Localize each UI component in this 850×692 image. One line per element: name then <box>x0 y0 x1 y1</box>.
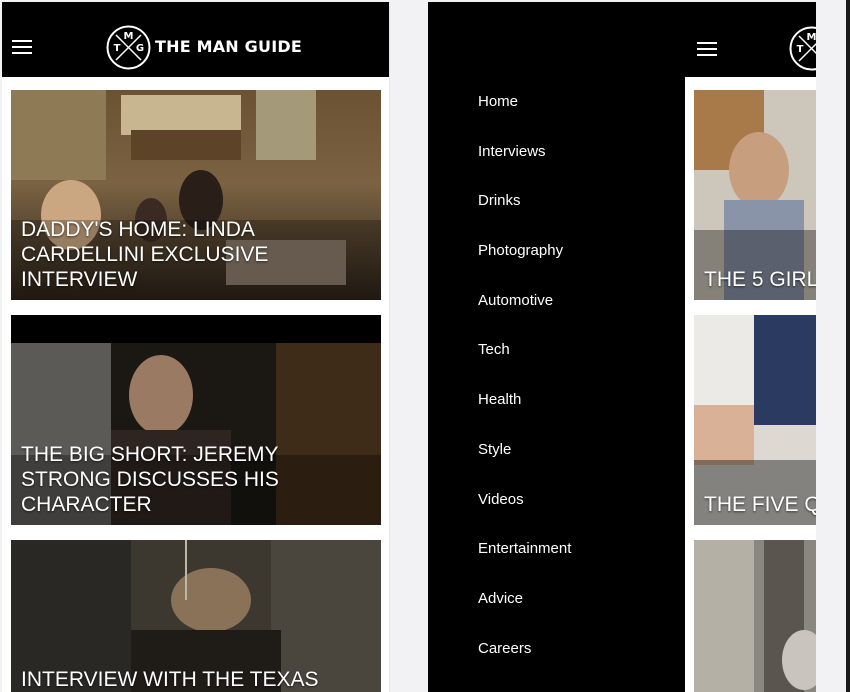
menu-item-interviews[interactable]: Interviews <box>478 142 571 192</box>
nav-menu: Home Interviews Drinks Photography Autom… <box>478 92 571 688</box>
menu-item-tech[interactable]: Tech <box>478 340 571 390</box>
menu-item-automotive[interactable]: Automotive <box>478 291 571 341</box>
logo-letter-t: T <box>797 44 804 55</box>
tmg-logo-icon[interactable]: M T G <box>106 25 151 70</box>
menu-item-photography[interactable]: Photography <box>478 241 571 291</box>
logo-letter-m: M <box>124 31 134 42</box>
content-peek[interactable]: M T G THE 5 GIRL COLLEGE <box>685 2 816 692</box>
logo-letter-m: M <box>807 32 816 43</box>
article-image <box>694 540 816 692</box>
app-header: M T G <box>685 2 816 77</box>
article-card[interactable]: DADDY'S HOME: LINDA CARDELLINI EXCLUSIVE… <box>11 90 381 300</box>
article-title: THE 5 GIRL COLLEGE <box>704 268 816 291</box>
article-title: INTERVIEW WITH THE TEXAS <box>21 668 319 691</box>
menu-item-videos[interactable]: Videos <box>478 490 571 540</box>
hamburger-icon[interactable] <box>697 42 717 56</box>
article-card[interactable]: THE BIG SHORT: JEREMY STRONG DISCUSSES H… <box>11 315 381 525</box>
article-title: DADDY'S HOME: LINDA CARDELLINI EXCLUSIVE… <box>21 218 269 291</box>
menu-item-advice[interactable]: Advice <box>478 589 571 639</box>
menu-item-drinks[interactable]: Drinks <box>478 191 571 241</box>
brand-name[interactable]: THE MAN GUIDE <box>155 37 302 56</box>
logo-letter-g: G <box>136 43 144 54</box>
menu-screen: Home Interviews Drinks Photography Autom… <box>428 2 816 692</box>
app-header: M T G THE MAN GUIDE <box>2 2 389 77</box>
app-store-screenshots: M T G THE MAN GUIDE DADDY'S HOME: LINDA … <box>0 0 850 692</box>
article-card[interactable]: INTERVIEW WITH THE TEXAS <box>11 540 381 692</box>
article-card[interactable] <box>694 540 816 692</box>
menu-item-careers[interactable]: Careers <box>478 639 571 689</box>
feed-screen: M T G THE MAN GUIDE DADDY'S HOME: LINDA … <box>2 2 390 692</box>
hamburger-icon[interactable] <box>12 40 32 54</box>
logo-letter-t: T <box>114 43 121 54</box>
menu-item-health[interactable]: Health <box>478 390 571 440</box>
menu-item-home[interactable]: Home <box>478 92 571 142</box>
article-card[interactable]: THE 5 GIRL COLLEGE <box>694 90 816 300</box>
menu-item-entertainment[interactable]: Entertainment <box>478 539 571 589</box>
article-card[interactable]: THE FIVE Q TO ASK AT A <box>694 315 816 525</box>
article-title: THE FIVE Q TO ASK AT A <box>704 493 816 516</box>
menu-item-style[interactable]: Style <box>478 440 571 490</box>
tmg-logo-icon[interactable]: M T G <box>789 26 816 71</box>
next-screenshot-edge <box>846 0 850 692</box>
article-title: THE BIG SHORT: JEREMY STRONG DISCUSSES H… <box>21 443 279 516</box>
